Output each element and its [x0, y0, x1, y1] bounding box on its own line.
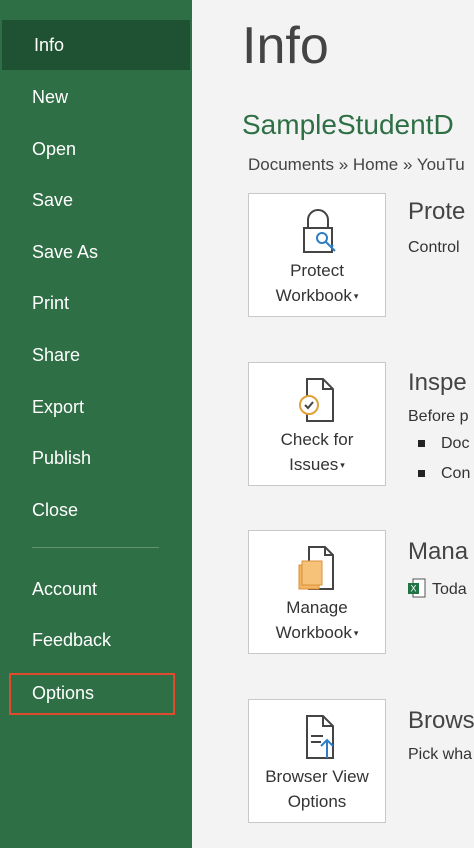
- section-title-manage: Mana: [408, 538, 469, 565]
- sidebar-divider: [32, 547, 159, 548]
- page-title: Info: [242, 17, 329, 75]
- browser-view-options-button[interactable]: Browser View Options: [248, 699, 386, 823]
- inspect-bullet: Con: [418, 465, 470, 483]
- tile-label: Protect Workbook ▾: [275, 261, 359, 305]
- breadcrumb[interactable]: Documents » Home » YouTu: [248, 155, 465, 175]
- protect-workbook-button[interactable]: Protect Workbook ▾: [248, 193, 386, 317]
- sidebar-item-save-as[interactable]: Save As: [0, 227, 190, 277]
- tile-label: Manage Workbook ▾: [275, 598, 359, 642]
- inspect-bullet: Doc: [418, 435, 469, 453]
- svg-text:X: X: [410, 584, 416, 594]
- sidebar-item-publish[interactable]: Publish: [0, 433, 190, 483]
- sidebar-item-save[interactable]: Save: [0, 175, 190, 225]
- sidebar-item-open[interactable]: Open: [0, 124, 190, 174]
- browser-view-icon: [249, 712, 385, 760]
- dropdown-caret-icon: ▾: [353, 291, 359, 302]
- manage-workbook-icon: [249, 543, 385, 591]
- dropdown-caret-icon: ▾: [340, 460, 345, 471]
- section-desc-browser: Pick wha: [408, 746, 473, 763]
- lock-icon: [249, 206, 385, 254]
- sidebar-item-account[interactable]: Account: [0, 564, 190, 614]
- section-desc-protect: Control: [408, 239, 460, 256]
- sidebar-item-new[interactable]: New: [0, 72, 190, 122]
- check-for-issues-button[interactable]: Check for Issues ▾: [248, 362, 386, 486]
- backstage-sidebar: Info New Open Save Save As Print Share E…: [0, 0, 192, 848]
- sidebar-item-print[interactable]: Print: [0, 278, 190, 328]
- manage-workbook-button[interactable]: Manage Workbook ▾: [248, 530, 386, 654]
- tile-label: Browser View Options: [265, 767, 369, 811]
- tile-label: Check for Issues ▾: [280, 430, 354, 474]
- sidebar-item-share[interactable]: Share: [0, 330, 190, 380]
- file-name: SampleStudentD: [242, 109, 454, 140]
- section-title-inspect: Inspe: [408, 369, 467, 396]
- sidebar-item-options[interactable]: Options: [9, 673, 175, 715]
- sidebar-item-info[interactable]: Info: [2, 20, 190, 70]
- section-desc-manage[interactable]: X Toda: [408, 578, 467, 599]
- document-check-icon: [249, 375, 385, 423]
- excel-file-icon: X: [408, 578, 426, 598]
- section-desc-inspect: Before p: [408, 408, 469, 425]
- info-pane: Info SampleStudentD Documents » Home » Y…: [192, 0, 474, 848]
- section-title-browser: Brows: [408, 707, 474, 734]
- sidebar-item-close[interactable]: Close: [0, 485, 190, 535]
- section-title-protect: Prote: [408, 198, 466, 225]
- sidebar-item-feedback[interactable]: Feedback: [0, 615, 190, 665]
- dropdown-caret-icon: ▾: [353, 628, 359, 639]
- sidebar-item-export[interactable]: Export: [0, 382, 190, 432]
